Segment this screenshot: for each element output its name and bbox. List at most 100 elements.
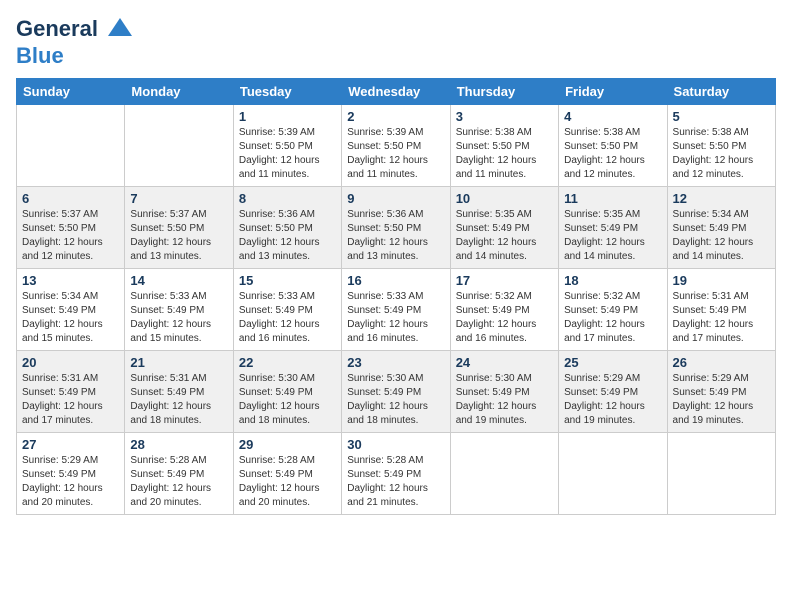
calendar-cell: 22 Sunrise: 5:30 AM Sunset: 5:49 PM Dayli… [233, 351, 341, 433]
day-number: 17 [456, 273, 553, 288]
day-number: 23 [347, 355, 444, 370]
weekday-header-sunday: Sunday [17, 79, 125, 105]
day-info: Sunrise: 5:38 AM Sunset: 5:50 PM Dayligh… [564, 126, 661, 182]
weekday-header-tuesday: Tuesday [233, 79, 341, 105]
calendar-cell: 25 Sunrise: 5:29 AM Sunset: 5:49 PM Dayli… [559, 351, 667, 433]
day-info: Sunrise: 5:31 AM Sunset: 5:49 PM Dayligh… [22, 372, 119, 428]
day-info: Sunrise: 5:29 AM Sunset: 5:49 PM Dayligh… [564, 372, 661, 428]
day-info: Sunrise: 5:39 AM Sunset: 5:50 PM Dayligh… [347, 126, 444, 182]
weekday-header-thursday: Thursday [450, 79, 558, 105]
calendar-cell: 4 Sunrise: 5:38 AM Sunset: 5:50 PM Daylig… [559, 105, 667, 187]
day-info: Sunrise: 5:33 AM Sunset: 5:49 PM Dayligh… [130, 290, 227, 346]
day-info: Sunrise: 5:31 AM Sunset: 5:49 PM Dayligh… [130, 372, 227, 428]
calendar-cell: 10Sunrise: 5:35 AM Sunset: 5:49 PM Dayli… [450, 187, 558, 269]
day-info: Sunrise: 5:34 AM Sunset: 5:49 PM Dayligh… [22, 290, 119, 346]
day-number: 20 [22, 355, 119, 370]
day-number: 26 [673, 355, 770, 370]
weekday-header-wednesday: Wednesday [342, 79, 450, 105]
day-info: Sunrise: 5:37 AM Sunset: 5:50 PM Dayligh… [130, 208, 227, 264]
calendar-cell: 23 Sunrise: 5:30 AM Sunset: 5:49 PM Dayli… [342, 351, 450, 433]
day-info: Sunrise: 5:28 AM Sunset: 5:49 PM Dayligh… [239, 454, 336, 510]
day-info: Sunrise: 5:33 AM Sunset: 5:49 PM Dayligh… [347, 290, 444, 346]
day-info: Sunrise: 5:36 AM Sunset: 5:50 PM Dayligh… [239, 208, 336, 264]
calendar-cell [559, 433, 667, 515]
day-info: Sunrise: 5:28 AM Sunset: 5:49 PM Dayligh… [347, 454, 444, 510]
day-info: Sunrise: 5:30 AM Sunset: 5:49 PM Dayligh… [347, 372, 444, 428]
day-number: 1 [239, 109, 336, 124]
calendar-cell: 27 Sunrise: 5:29 AM Sunset: 5:49 PM Dayli… [17, 433, 125, 515]
day-number: 13 [22, 273, 119, 288]
weekday-header-saturday: Saturday [667, 79, 775, 105]
day-info: Sunrise: 5:38 AM Sunset: 5:50 PM Dayligh… [673, 126, 770, 182]
day-number: 30 [347, 437, 444, 452]
day-number: 15 [239, 273, 336, 288]
calendar-cell: 6 Sunrise: 5:37 AM Sunset: 5:50 PM Daylig… [17, 187, 125, 269]
day-info: Sunrise: 5:30 AM Sunset: 5:49 PM Dayligh… [239, 372, 336, 428]
day-info: Sunrise: 5:32 AM Sunset: 5:49 PM Dayligh… [456, 290, 553, 346]
day-number: 28 [130, 437, 227, 452]
day-info: Sunrise: 5:32 AM Sunset: 5:49 PM Dayligh… [564, 290, 661, 346]
day-info: Sunrise: 5:33 AM Sunset: 5:49 PM Dayligh… [239, 290, 336, 346]
calendar-week-row: 6 Sunrise: 5:37 AM Sunset: 5:50 PM Daylig… [17, 187, 776, 269]
day-number: 4 [564, 109, 661, 124]
calendar-cell: 3Sunrise: 5:38 AM Sunset: 5:50 PM Daylig… [450, 105, 558, 187]
weekday-header-monday: Monday [125, 79, 233, 105]
day-number: 27 [22, 437, 119, 452]
calendar-week-row: 20 Sunrise: 5:31 AM Sunset: 5:49 PM Dayli… [17, 351, 776, 433]
logo: General Blue [16, 16, 134, 68]
day-number: 22 [239, 355, 336, 370]
day-number: 14 [130, 273, 227, 288]
calendar-cell: 29 Sunrise: 5:28 AM Sunset: 5:49 PM Dayli… [233, 433, 341, 515]
day-info: Sunrise: 5:34 AM Sunset: 5:49 PM Dayligh… [673, 208, 770, 264]
day-number: 7 [130, 191, 227, 206]
day-info: Sunrise: 5:37 AM Sunset: 5:50 PM Dayligh… [22, 208, 119, 264]
calendar-week-row: 1 Sunrise: 5:39 AM Sunset: 5:50 PM Daylig… [17, 105, 776, 187]
calendar-cell: 21 Sunrise: 5:31 AM Sunset: 5:49 PM Dayli… [125, 351, 233, 433]
calendar-cell [17, 105, 125, 187]
day-number: 5 [673, 109, 770, 124]
calendar-cell: 24 Sunrise: 5:30 AM Sunset: 5:49 PM Dayli… [450, 351, 558, 433]
day-number: 29 [239, 437, 336, 452]
day-info: Sunrise: 5:29 AM Sunset: 5:49 PM Dayligh… [673, 372, 770, 428]
day-info: Sunrise: 5:39 AM Sunset: 5:50 PM Dayligh… [239, 126, 336, 182]
calendar-cell: 8 Sunrise: 5:36 AM Sunset: 5:50 PM Daylig… [233, 187, 341, 269]
day-info: Sunrise: 5:30 AM Sunset: 5:49 PM Dayligh… [456, 372, 553, 428]
calendar-cell: 19 Sunrise: 5:31 AM Sunset: 5:49 PM Dayli… [667, 269, 775, 351]
calendar-cell: 13 Sunrise: 5:34 AM Sunset: 5:49 PM Dayli… [17, 269, 125, 351]
day-number: 19 [673, 273, 770, 288]
day-info: Sunrise: 5:29 AM Sunset: 5:49 PM Dayligh… [22, 454, 119, 510]
logo-blue-text: Blue [16, 43, 64, 68]
calendar-header-row: SundayMondayTuesdayWednesdayThursdayFrid… [17, 79, 776, 105]
day-number: 2 [347, 109, 444, 124]
day-number: 9 [347, 191, 444, 206]
day-info: Sunrise: 5:35 AM Sunset: 5:49 PM Dayligh… [564, 208, 661, 264]
day-number: 21 [130, 355, 227, 370]
day-info: Sunrise: 5:31 AM Sunset: 5:49 PM Dayligh… [673, 290, 770, 346]
day-number: 25 [564, 355, 661, 370]
day-number: 6 [22, 191, 119, 206]
day-info: Sunrise: 5:28 AM Sunset: 5:49 PM Dayligh… [130, 454, 227, 510]
calendar-cell: 26 Sunrise: 5:29 AM Sunset: 5:49 PM Dayli… [667, 351, 775, 433]
calendar-week-row: 13 Sunrise: 5:34 AM Sunset: 5:49 PM Dayli… [17, 269, 776, 351]
day-number: 8 [239, 191, 336, 206]
calendar-cell: 5 Sunrise: 5:38 AM Sunset: 5:50 PM Daylig… [667, 105, 775, 187]
day-number: 3 [456, 109, 553, 124]
weekday-header-friday: Friday [559, 79, 667, 105]
day-number: 11 [564, 191, 661, 206]
calendar-cell: 17 Sunrise: 5:32 AM Sunset: 5:49 PM Dayli… [450, 269, 558, 351]
day-info: Sunrise: 5:36 AM Sunset: 5:50 PM Dayligh… [347, 208, 444, 264]
day-number: 24 [456, 355, 553, 370]
calendar-cell [667, 433, 775, 515]
logo-general-text: General [16, 16, 98, 41]
calendar-cell: 12Sunrise: 5:34 AM Sunset: 5:49 PM Dayli… [667, 187, 775, 269]
calendar-cell: 28 Sunrise: 5:28 AM Sunset: 5:49 PM Dayli… [125, 433, 233, 515]
calendar-cell: 7 Sunrise: 5:37 AM Sunset: 5:50 PM Daylig… [125, 187, 233, 269]
calendar-cell: 2 Sunrise: 5:39 AM Sunset: 5:50 PM Daylig… [342, 105, 450, 187]
day-number: 10 [456, 191, 553, 206]
calendar-cell: 15 Sunrise: 5:33 AM Sunset: 5:49 PM Dayli… [233, 269, 341, 351]
day-number: 18 [564, 273, 661, 288]
calendar-cell: 9 Sunrise: 5:36 AM Sunset: 5:50 PM Daylig… [342, 187, 450, 269]
calendar-week-row: 27 Sunrise: 5:29 AM Sunset: 5:49 PM Dayli… [17, 433, 776, 515]
logo-icon [106, 16, 134, 44]
calendar-cell [450, 433, 558, 515]
